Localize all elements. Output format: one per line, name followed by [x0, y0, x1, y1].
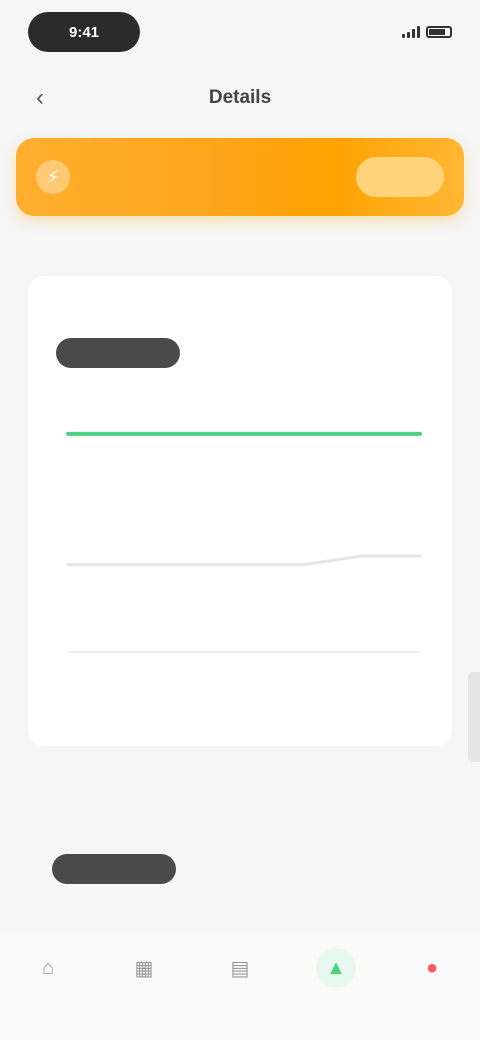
- segment-active[interactable]: [56, 338, 180, 368]
- subtabs: [40, 228, 440, 258]
- bottom-tab-bar: ⌂ ▦ ▤ ▲ ●: [0, 932, 480, 1040]
- signal-icon: [402, 26, 420, 38]
- banner-button[interactable]: [356, 157, 444, 197]
- tab-profile[interactable]: ●: [392, 948, 472, 994]
- chart-icon: ▲: [316, 948, 356, 988]
- stats-card: [28, 276, 452, 746]
- line-chart: [66, 431, 422, 653]
- chevron-left-icon[interactable]: ‹: [28, 84, 52, 111]
- nav-bar: ‹ Details: [0, 70, 480, 126]
- tab-chart[interactable]: ▲: [296, 948, 376, 994]
- status-time: 9:41: [28, 12, 140, 52]
- tab-calendar[interactable]: ▤: [200, 948, 280, 994]
- segmented-control-2: [52, 852, 432, 886]
- tab-grid[interactable]: ▦: [104, 948, 184, 994]
- promo-banner[interactable]: ⚡: [16, 138, 464, 216]
- home-icon: ⌂: [41, 956, 55, 979]
- status-bar: 9:41: [0, 0, 480, 64]
- calendar-icon: ▤: [230, 957, 250, 980]
- profile-icon: ●: [425, 956, 439, 979]
- lightning-icon: ⚡: [36, 160, 70, 194]
- series-line-1: [66, 554, 422, 567]
- edge-handle[interactable]: [468, 672, 480, 762]
- battery-icon: [426, 26, 452, 38]
- status-icons: [402, 26, 452, 38]
- segmented-control: [56, 336, 436, 370]
- page-title: Details: [208, 87, 272, 108]
- segment-active[interactable]: [52, 854, 176, 884]
- grid-icon: ▦: [134, 957, 154, 980]
- tab-home[interactable]: ⌂: [8, 948, 88, 994]
